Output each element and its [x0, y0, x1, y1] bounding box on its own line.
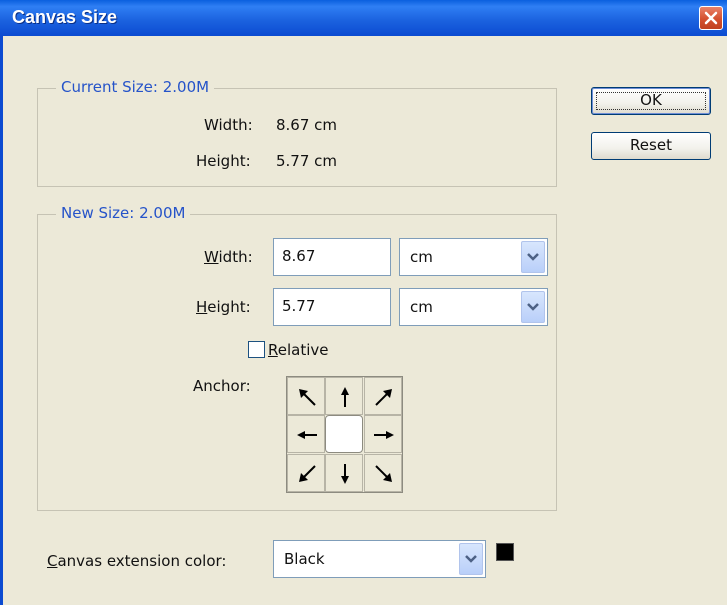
anchor-center[interactable] [325, 415, 363, 453]
new-width-unit-select[interactable]: cm [399, 238, 548, 276]
relative-mnemonic: R [268, 341, 278, 359]
arrow-down-right-icon [375, 465, 392, 482]
anchor-bottom[interactable] [325, 454, 363, 492]
current-height-label: Height: [196, 152, 251, 170]
new-height-input[interactable]: 5.77 [273, 288, 391, 326]
new-width-unit-dropdown-button[interactable] [521, 241, 545, 273]
new-size-title: New Size: 2.00M [56, 204, 191, 222]
anchor-label: Anchor: [193, 377, 251, 395]
new-width-unit-value: cm [410, 248, 433, 266]
title-bar[interactable]: Canvas Size [0, 0, 727, 36]
arrow-left-icon [297, 431, 317, 439]
new-height-label-text: eight: [207, 298, 251, 316]
window-title: Canvas Size [12, 7, 118, 27]
anchor-grid [286, 376, 403, 493]
canvas-size-dialog: Canvas Size Current Size: 2.00M Width: 8… [0, 0, 727, 605]
arrow-up-icon [341, 387, 349, 407]
anchor-bottom-left[interactable] [287, 454, 325, 492]
ok-button[interactable]: OK [591, 87, 711, 115]
anchor-top[interactable] [325, 377, 363, 415]
close-button[interactable] [699, 6, 723, 30]
anchor-top-left[interactable] [287, 377, 325, 415]
arrow-up-right-icon [375, 389, 392, 406]
arrow-up-left-icon [299, 389, 316, 406]
new-height-mnemonic: H [196, 298, 208, 316]
new-height-unit-dropdown-button[interactable] [521, 291, 545, 323]
extension-color-label: Canvas extension color: [47, 552, 226, 570]
new-width-mnemonic: W [204, 248, 219, 266]
new-width-input[interactable]: 8.67 [273, 238, 391, 276]
ok-button-label: OK [640, 91, 662, 109]
current-height-value: 5.77 cm [276, 152, 338, 170]
extension-color-mnemonic: C [47, 552, 58, 570]
extension-color-label-text: anvas extension color: [57, 552, 227, 570]
chevron-down-icon [527, 253, 539, 261]
anchor-bottom-right[interactable] [364, 454, 402, 492]
new-height-unit-select[interactable]: cm [399, 288, 548, 326]
arrow-down-icon [341, 464, 349, 484]
arrow-right-icon [374, 431, 394, 439]
relative-checkbox[interactable] [248, 341, 265, 358]
new-height-label: Height: [196, 298, 251, 316]
anchor-left[interactable] [287, 415, 325, 453]
anchor-right[interactable] [364, 415, 402, 453]
reset-button-label: Reset [630, 136, 672, 154]
window-left-border [0, 36, 3, 605]
extension-color-value: Black [284, 550, 325, 568]
relative-label[interactable]: Relative [268, 341, 329, 359]
current-size-title: Current Size: 2.00M [56, 78, 215, 96]
relative-label-text: elative [277, 341, 329, 359]
extension-color-dropdown-button[interactable] [459, 543, 483, 575]
arrow-down-left-icon [299, 465, 316, 482]
extension-color-select[interactable]: Black [273, 540, 486, 578]
new-width-label: Width: [204, 248, 253, 266]
extension-color-swatch[interactable] [496, 543, 514, 561]
anchor-top-right[interactable] [364, 377, 402, 415]
current-width-value: 8.67 cm [276, 116, 338, 134]
new-height-unit-value: cm [410, 298, 433, 316]
reset-button[interactable]: Reset [591, 132, 711, 160]
current-width-label: Width: [204, 116, 253, 134]
close-icon [704, 11, 718, 25]
chevron-down-icon [527, 303, 539, 311]
chevron-down-icon [465, 555, 477, 563]
current-size-group: Current Size: 2.00M [37, 78, 557, 187]
new-width-label-text: idth: [218, 248, 253, 266]
